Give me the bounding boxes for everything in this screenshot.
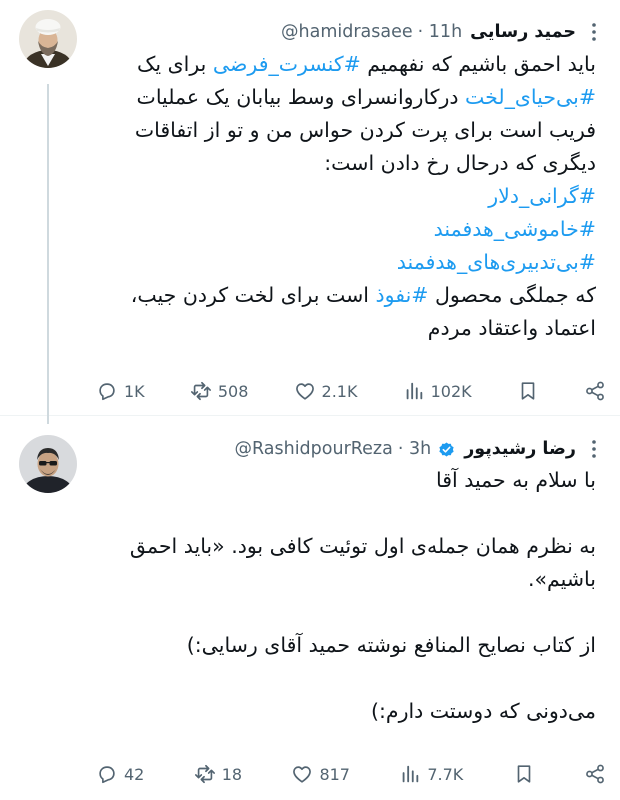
repost-icon [190,381,211,401]
reply-count: 1K [124,381,145,401]
text-segment: که جملگی محصول [428,283,596,307]
tweet-time[interactable]: · 11h [418,22,463,42]
bookmark-button[interactable] [517,380,539,402]
hashtag-link[interactable]: #نفوذ [376,283,429,307]
tweet-line: فریب است برای پرت کردن حواس من و تو از ا… [88,114,596,147]
action-bar: 1K 508 2.1K 102K [96,376,606,406]
text-segment: می‌دونی که دوستت دارم:) [370,699,596,723]
text-segment: به نظرم همان جمله‌ی اول توئیت کافی بود. … [129,534,596,558]
share-button[interactable] [584,380,606,402]
views-icon [403,765,419,783]
author-name[interactable]: حمید رسایی [470,22,576,42]
text-segment: با سلام به حمید آقا [435,468,596,492]
tweet-line: اعتماد واعتقاد مردم [88,312,596,345]
like-count: 817 [319,764,350,784]
tweet-text: با سلام به حمید آقا به نظرم همان جمله‌ی ا… [88,464,596,728]
avatar-hamidrasaee[interactable] [19,10,77,68]
text-segment: باید احمق باشیم که نفهمیم [360,52,596,76]
text-segment: است برای لخت کردن جیب، [130,283,376,307]
action-bar: 42 18 817 7.7K [96,759,606,789]
avatar-rashidpourreza[interactable] [19,435,77,493]
more-icon[interactable] [582,20,606,44]
text-segment: باشیم». [527,567,596,591]
reply-count: 42 [124,764,145,784]
tweet-2[interactable]: @RashidpourReza · 3h رضا رشیدپور با سلام… [0,416,620,800]
avatar-image [19,10,77,68]
reply-icon [99,766,115,784]
tweet-line: باشیم». [88,563,596,596]
tweet-line: #بی‌تدبیری‌های_هدفمند [88,246,596,279]
tweet-line: با سلام به حمید آقا [88,464,596,497]
hashtag-link[interactable]: #بی‌حیای_لخت [465,85,596,109]
avatar-image [19,435,77,493]
views-icon [406,382,422,400]
author-handle[interactable]: @hamidrasaee [281,22,413,42]
like-icon [293,766,312,783]
like-button[interactable]: 2.1K [294,380,358,402]
hashtag-link[interactable]: #خاموشی_هدفمند [434,217,596,241]
tweet-1[interactable]: @hamidrasaee · 11h حمید رسایی باید احمق … [0,0,620,424]
tweet-text: باید احمق باشیم که نفهمیم #کنسرت_فرضی بر… [88,48,596,345]
tweet-line: می‌دونی که دوستت دارم:) [88,695,596,728]
repost-icon [194,764,215,784]
text-segment: درکاروانسرای وسط بیابان یک عملیات [136,85,466,109]
bookmark-button[interactable] [513,763,535,785]
share-icon [586,381,604,401]
author-name[interactable]: رضا رشیدپور [464,439,576,459]
bookmark-icon [521,382,535,400]
tweet-line: به نظرم همان جمله‌ی اول توئیت کافی بود. … [88,530,596,563]
share-icon [586,764,604,784]
tweet-line: از کتاب نصایح المنافع نوشته حمید آقای رس… [88,629,596,662]
views-button[interactable]: 102K [403,380,472,402]
text-segment: برای یک [137,52,213,76]
repost-count: 18 [221,764,243,784]
text-segment: دیگری که درحال رخ دادن است: [324,151,596,175]
author-handle[interactable]: @RashidpourReza [234,439,392,459]
reply-button[interactable]: 42 [96,763,144,785]
tweet-line: #بی‌حیای_لخت درکاروانسرای وسط بیابان یک … [88,81,596,114]
views-count: 102K [430,381,472,401]
hashtag-link[interactable]: #کنسرت_فرضی [213,52,361,76]
text-segment: از کتاب نصایح المنافع نوشته حمید آقای رس… [186,633,596,657]
like-button[interactable]: 817 [291,763,350,785]
tweet-line: #گرانی_دلار [88,180,596,213]
repost-count: 508 [217,381,249,401]
reply-button[interactable]: 1K [96,380,145,402]
bookmark-icon [517,765,530,783]
hashtag-link[interactable]: #بی‌تدبیری‌های_هدفمند [397,250,596,274]
text-segment: اعتماد واعتقاد مردم [427,316,596,340]
tweet-line: که جملگی محصول #نفوذ است برای لخت کردن ج… [88,279,596,312]
views-button[interactable]: 7.7K [399,763,463,785]
reply-icon [99,383,115,401]
share-button[interactable] [584,763,606,785]
tweet-header: @RashidpourReza · 3h رضا رشیدپور [234,435,576,463]
views-count: 7.7K [427,764,464,784]
thread-line [47,84,49,424]
like-icon [295,383,314,400]
more-icon[interactable] [582,437,606,461]
text-segment: فریب است برای پرت کردن حواس من و تو از ا… [134,118,596,142]
tweet-header: @hamidrasaee · 11h حمید رسایی [281,18,576,46]
like-count: 2.1K [321,381,358,401]
verified-badge-icon[interactable] [437,440,456,459]
tweet-line: #خاموشی_هدفمند [88,213,596,246]
repost-button[interactable]: 508 [190,380,249,402]
repost-button[interactable]: 18 [194,763,242,785]
tweet-line: دیگری که درحال رخ دادن است: [88,147,596,180]
tweet-line: باید احمق باشیم که نفهمیم #کنسرت_فرضی بر… [88,48,596,81]
hashtag-link[interactable]: #گرانی_دلار [488,184,596,208]
tweet-time[interactable]: · 3h [398,439,431,459]
